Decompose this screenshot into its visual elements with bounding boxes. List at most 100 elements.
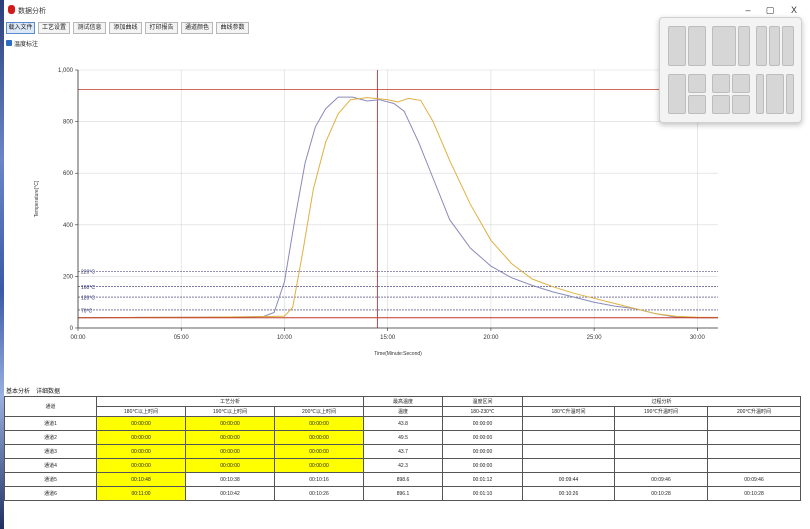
table-cell: 00:00:00 [442,444,524,459]
y-tick-label: 600 [63,171,74,177]
x-tick-label: 00:00 [70,335,86,341]
load-file-button[interactable]: 载入文件 [6,22,35,34]
snap-layout-quadrants[interactable] [712,74,750,114]
snap-zone[interactable] [688,74,706,93]
table-cell [522,416,616,431]
snap-zone[interactable] [668,26,686,66]
column-header: 190℃升温时间 [614,406,709,417]
x-tick-label: 05:00 [174,335,190,341]
table-cell [522,430,616,445]
y-tick-label: 200 [63,274,74,280]
snap-zone[interactable] [732,74,750,93]
add-curve-button[interactable]: 添加曲线 [109,22,142,34]
table-row[interactable]: 通道3 00:00:00 00:00:00 00:00:00 43.7 00:0… [4,444,802,459]
table-cell [707,458,802,473]
column-header: 180℃升温时间 [522,406,616,417]
reference-label: 70°C [81,308,93,314]
table-cell: 00:00:00 [96,430,186,445]
table-cell: 43.8 [363,416,444,431]
maximize-button[interactable]: ▢ [762,3,778,17]
snap-layout-main-stack[interactable] [668,74,706,114]
table-cell: 00:10:38 [185,472,275,487]
snap-zone[interactable] [769,26,780,66]
table-cell: 00:00:00 [273,444,365,459]
snap-zone[interactable] [756,74,764,114]
snap-zone[interactable] [688,26,706,66]
column-header: 200℃以上时间 [273,406,365,417]
table-cell: 00:10:26 [522,486,616,501]
tab-detail-data[interactable]: 详细数据 [36,386,60,395]
table-row[interactable]: 通道4 00:00:00 00:00:00 00:00:00 42.3 00:0… [4,458,802,473]
snap-zone[interactable] [756,26,767,66]
snap-zone[interactable] [712,95,730,114]
channel-color-button[interactable]: 通道颜色 [181,22,213,34]
table-row[interactable]: 通道2 00:00:00 00:00:00 00:00:00 49.5 00:0… [4,430,802,445]
channel-cell: 通道3 [4,444,97,459]
x-tick-label: 15:00 [380,335,396,341]
table-cell: 00:00:00 [442,458,524,473]
x-tick-label: 20:00 [483,335,499,341]
snap-zone[interactable] [786,74,794,114]
snap-layouts-panel [659,17,802,123]
x-tick-label: 30:00 [690,335,706,341]
minimize-button[interactable]: – [740,3,756,17]
tab-basic-analysis[interactable]: 基本分析 [6,386,30,395]
channel-cell: 通道6 [4,486,97,501]
column-header: 180-230℃ [442,406,524,417]
channel-header: 通道 [4,396,97,417]
y-axis-title: Temperature[°C] [34,180,40,217]
table-cell: 00:10:48 [96,472,186,487]
table-row[interactable]: 通道6 00:11:00 00:10:42 00:10:26 896.1 00:… [4,486,802,501]
table-cell [522,458,616,473]
table-cell: 00:10:16 [273,472,365,487]
snap-zone[interactable] [688,95,706,114]
temp-annotation-label: 温度标注 [14,42,39,48]
process-settings-button[interactable]: 工艺设置 [38,22,70,34]
table-cell [614,430,709,445]
table-cell: 00:09:46 [707,472,802,487]
curve-params-button[interactable]: 曲线参数 [216,22,249,34]
y-tick-label: 0 [70,326,74,332]
snap-layout-center-wide[interactable] [756,74,794,114]
reference-label: 160°C [81,285,95,291]
snap-zone[interactable] [732,95,750,114]
print-report-button[interactable]: 打印报告 [145,22,178,34]
analysis-table: 通道 工艺分析 最高温度 温度区间 过程分析 180℃以上时间 190℃以上时间… [4,396,802,501]
table-cell: 00:09:44 [522,472,616,487]
table-cell: 42.3 [363,458,444,473]
x-axis-title: Time(Minute:Second) [374,351,422,357]
table-cell: 00:10:28 [614,486,709,501]
snap-zone[interactable] [712,26,736,66]
table-cell [707,444,802,459]
table-cell: 00:10:28 [707,486,802,501]
table-row[interactable]: 通道5 00:10:48 00:10:38 00:10:16 898.6 00:… [4,472,802,487]
table-cell [614,444,709,459]
snap-layout-halves[interactable] [668,26,706,66]
table-cell: 00:00:00 [185,444,275,459]
snap-zone[interactable] [668,74,686,114]
table-cell [707,430,802,445]
table-cell: 00:01:10 [442,486,524,501]
snap-zone[interactable] [782,26,794,66]
table-cell: 00:00:00 [442,430,524,445]
channel-cell: 通道2 [4,430,97,445]
table-cell: 00:00:00 [96,416,186,431]
snap-zone[interactable] [738,26,750,66]
snap-zone[interactable] [712,74,730,93]
snap-layout-thirds[interactable] [756,26,794,66]
reference-label: 220°C [81,270,95,276]
table-row[interactable]: 通道1 00:00:00 00:00:00 00:00:00 43.8 00:0… [4,416,802,431]
column-header: 温度 [363,406,444,417]
snap-layout-two-thirds[interactable] [712,26,750,66]
table-cell: 49.5 [363,430,444,445]
temperature-chart[interactable]: 220°C 160°C 120°C 70°C 00:00 05:00 10:00 15:00 2… [30,60,730,370]
close-button[interactable]: X [786,3,802,17]
table-cell: 00:00:00 [185,458,275,473]
test-info-button[interactable]: 测试信息 [73,22,106,34]
channel-cell: 通道1 [4,416,97,431]
annotation-icon [6,40,12,46]
channel-cell: 通道5 [4,472,97,487]
table-cell: 00:09:46 [614,472,709,487]
snap-zone[interactable] [766,74,784,114]
reference-label: 120°C [81,296,95,302]
